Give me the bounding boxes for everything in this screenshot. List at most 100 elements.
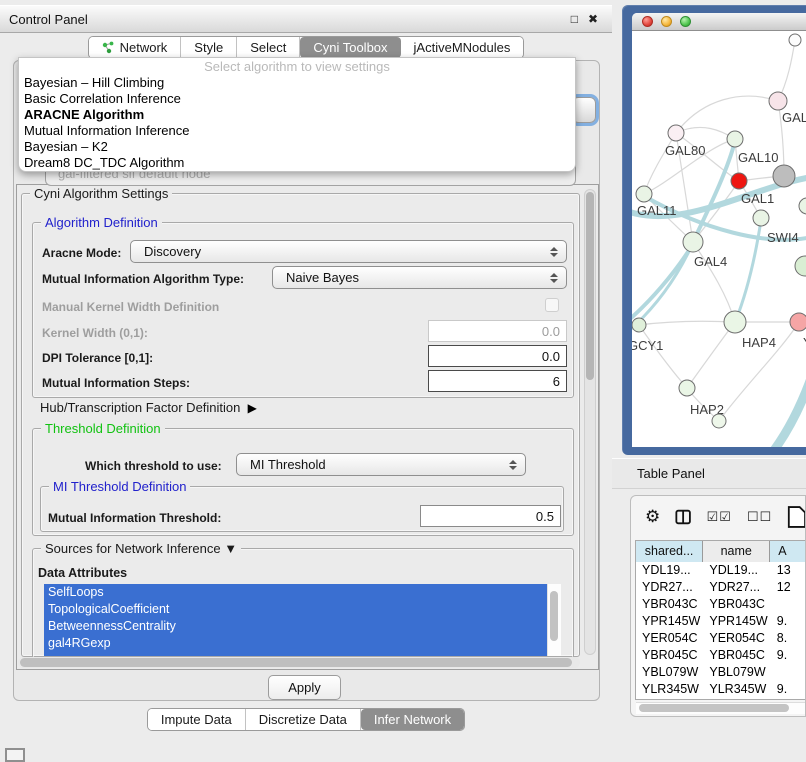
network-node-gal1[interactable] [731,173,747,189]
table-row[interactable]: YBL079W YBL079W [636,664,806,681]
mi-threshold-field[interactable]: 0.5 [420,505,561,527]
network-node[interactable] [789,34,801,46]
dropdown-item[interactable]: Bayesian – K2 [19,139,575,155]
tab-impute-data[interactable]: Impute Data [148,709,246,730]
table-row[interactable]: YDL19... YDL19... 13 [636,562,806,579]
tab-select[interactable]: Select [237,37,300,58]
table-row[interactable]: YBR043C YBR043C [636,596,806,613]
network-svg[interactable]: GALGAL80GAL10GAL1GAL11SWI4GAL4HAP4YGCY1H… [632,31,806,447]
network-node-hap4[interactable] [724,311,746,333]
network-node[interactable] [773,165,795,187]
network-icon [102,41,115,54]
hub-definition-toggle[interactable]: Hub/Transcription Factor Definition ▶ [40,400,257,415]
group-title: Threshold Definition [41,421,165,436]
network-node[interactable] [712,414,726,428]
dropdown-item[interactable]: Mutual Information Inference [19,123,575,139]
network-edge-thick[interactable] [632,244,693,319]
mi-type-combobox[interactable]: Naive Bayes [272,266,567,289]
kernel-width-label: Kernel Width (0,1): [42,326,148,340]
table-row[interactable]: YPR145W YPR145W 9. [636,613,806,630]
network-edge[interactable] [639,325,687,388]
dropdown-item[interactable]: Dream8 DC_TDC Algorithm [19,155,575,171]
table-row[interactable]: YDR27... YDR27... 12 [636,579,806,596]
column-header[interactable]: shared... [636,541,703,562]
network-node-swi4[interactable] [753,210,769,226]
which-threshold-label: Which threshold to use: [85,459,222,473]
minimize-button[interactable] [661,16,672,27]
network-node-gal80[interactable] [668,125,684,141]
aracne-mode-combobox[interactable]: Discovery [130,240,567,263]
zoom-button[interactable] [680,16,691,27]
table-row[interactable]: YER054C YER054C 8. [636,630,806,647]
network-node-y[interactable] [790,313,806,331]
column-header[interactable]: name [703,541,770,562]
network-node-gal4[interactable] [683,232,703,252]
apply-button[interactable]: Apply [268,675,341,700]
tab-discretize-data[interactable]: Discretize Data [246,709,361,730]
network-node[interactable] [795,256,806,276]
settings-vertical-scrollbar[interactable] [584,189,596,655]
tab-infer-network[interactable]: Infer Network [361,709,464,730]
dropdown-item[interactable]: Basic Correlation Inference [19,91,575,107]
float-window-icon[interactable]: □ [571,12,578,26]
mi-steps-field[interactable]: 6 [428,370,567,392]
scrollbar-thumb[interactable] [586,192,594,380]
kernel-width-field[interactable]: 0.0 [428,320,567,342]
network-node-label: GAL11 [637,203,677,218]
network-node-gal10[interactable] [727,131,743,147]
dropdown-item[interactable]: Bayesian – Hill Climbing [19,75,575,91]
tab-jactivemnodules[interactable]: jActiveMNodules [401,37,524,58]
columns-icon[interactable] [675,508,691,526]
table-row[interactable]: YLR345W YLR345W 9. [636,681,806,698]
network-edge[interactable] [676,96,778,133]
document-icon[interactable] [787,504,806,530]
table-row[interactable]: YIL052C YIL052C 9. [636,698,806,700]
scrollbar-thumb[interactable] [20,658,572,667]
close-button[interactable] [642,16,653,27]
network-node-label: SWI4 [767,230,799,245]
select-all-icon[interactable]: ☑☑ [707,509,732,525]
network-node-hap2[interactable] [679,380,695,396]
table-horizontal-scrollbar[interactable] [636,702,806,714]
table-header-row: shared... name A [636,541,806,562]
attribute-item-selected[interactable]: TopologicalCoefficient [44,601,547,618]
dock-panel-icon[interactable] [5,748,25,762]
network-edge-thick[interactable] [772,381,806,447]
attribute-item-selected[interactable]: BetweennessCentrality [44,618,547,635]
network-node-gcy1[interactable] [632,318,646,332]
column-header[interactable]: A [770,541,806,562]
manual-kernel-checkbox[interactable] [545,298,559,312]
network-edge[interactable] [676,127,735,139]
table-panel-titlebar: Table Panel [612,458,806,489]
spinner-arrows-icon [550,273,558,283]
network-node-gal11[interactable] [636,186,652,202]
dpi-tolerance-field[interactable]: 0.0 [428,345,567,367]
attribute-item-selected[interactable]: SelfLoops [44,584,547,601]
tab-cyni-toolbox[interactable]: Cyni Toolbox [300,37,400,58]
network-node-gal[interactable] [769,92,787,110]
attribute-list-scrollbar[interactable] [547,584,561,656]
scrollbar-thumb[interactable] [550,591,558,641]
spinner-arrows-icon [550,247,558,257]
spinner-arrows-icon [509,460,517,470]
network-edge[interactable] [639,321,735,325]
network-edge[interactable] [687,322,735,388]
network-node[interactable] [799,198,806,214]
control-panel-title: Control Panel [0,12,88,27]
gear-icon[interactable]: ⚙ [645,507,660,527]
deselect-all-icon[interactable]: ☐☐ [747,509,772,525]
close-window-icon[interactable]: ✖ [588,12,598,26]
table-row[interactable]: YBR045C YBR045C 9. [636,647,806,664]
expand-right-icon: ▶ [248,401,257,415]
scrollbar-thumb[interactable] [639,704,789,712]
tab-style[interactable]: Style [181,37,237,58]
settings-horizontal-scrollbar[interactable] [18,657,580,668]
dropdown-item-selected[interactable]: ARACNE Algorithm [19,107,575,123]
which-threshold-combobox[interactable]: MI Threshold [236,453,526,476]
group-title: Algorithm Definition [41,215,162,230]
sources-group-title[interactable]: Sources for Network Inference ▼ [41,541,241,556]
node-table: shared... name A YDL19... YDL19... 13 YD… [635,540,806,700]
algorithm-dropdown-popup: Select algorithm to view settings Bayesi… [18,57,576,172]
attribute-item-selected[interactable]: gal4RGexp [44,635,547,652]
tab-network[interactable]: Network [89,37,182,58]
